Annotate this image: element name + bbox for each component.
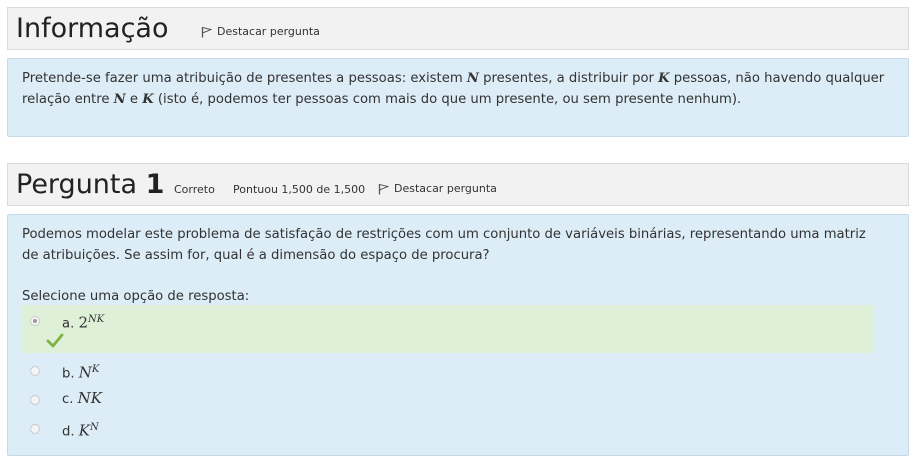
option-exp: K (91, 364, 100, 375)
info-text-part: presentes, a distribuir por (478, 71, 659, 86)
check-icon (46, 333, 64, 348)
option-letter: a. (62, 316, 75, 332)
question-status: Correto (174, 183, 215, 196)
question-title: Pergunta 1 (16, 169, 164, 200)
option-letter: b. (62, 366, 75, 382)
question-header: Pergunta 1 Correto Pontuou 1,500 de 1,50… (7, 163, 909, 206)
info-text-part: relação entre (22, 92, 114, 107)
info-text-part: e (125, 92, 143, 107)
var-n: N (113, 92, 126, 107)
option-exp: N (90, 422, 99, 433)
info-text-part: Pretende-se fazer uma atribuição de pres… (22, 71, 467, 86)
answer-prompt: Selecione uma opção de resposta: (22, 289, 250, 304)
option-a-radio[interactable] (30, 316, 40, 326)
question-score: Pontuou 1,500 de 1,500 (233, 183, 366, 196)
option-base: 2 (78, 313, 89, 332)
var-k: K (142, 92, 154, 107)
option-c-radio[interactable] (30, 395, 40, 405)
question-title-prefix: Pergunta (16, 169, 138, 200)
question-flag-label: Destacar pergunta (394, 182, 497, 195)
option-c[interactable]: c. NK (22, 386, 874, 412)
flag-icon (378, 183, 389, 195)
option-base: K (78, 421, 90, 440)
option-d-radio[interactable] (30, 424, 40, 434)
question-text-line: Podemos modelar este problema de satisfa… (22, 227, 866, 242)
info-title: Informação (16, 13, 169, 44)
info-text: Pretende-se fazer uma atribuição de pres… (22, 68, 892, 110)
info-text-part: (isto é, podemos ter pessoas com mais do… (153, 92, 742, 107)
var-n: N (466, 71, 479, 86)
option-letter: c. (62, 392, 74, 407)
question-panel: Podemos modelar este problema de satisfa… (7, 214, 909, 456)
flag-icon (201, 26, 212, 38)
option-a[interactable]: a. 2NK (22, 305, 874, 353)
option-a-label: a. 2NK (62, 309, 104, 334)
var-k: K (658, 71, 670, 86)
info-text-part: pessoas, não havendo qualquer (669, 71, 885, 86)
option-base: NK (77, 389, 102, 407)
option-b-label: b. NK (62, 359, 99, 384)
info-panel: Pretende-se fazer uma atribuição de pres… (7, 58, 909, 137)
info-flag-button[interactable]: Destacar pergunta (201, 25, 320, 38)
question-number: 1 (145, 169, 165, 200)
option-base: N (78, 363, 92, 382)
option-c-label: c. NK (62, 388, 102, 410)
question-text: Podemos modelar este problema de satisfa… (22, 224, 892, 266)
info-header: Informação Destacar pergunta (7, 7, 909, 50)
option-d[interactable]: d. KN (22, 415, 874, 441)
option-exp: NK (88, 314, 105, 325)
option-letter: d. (62, 424, 75, 440)
question-text-line: de atribuições. Se assim for, qual é a d… (22, 248, 490, 263)
question-flag-button[interactable]: Destacar pergunta (378, 182, 497, 195)
option-b[interactable]: b. NK (22, 357, 874, 383)
option-b-radio[interactable] (30, 366, 40, 376)
info-flag-label: Destacar pergunta (217, 25, 320, 38)
option-d-label: d. KN (62, 417, 99, 442)
